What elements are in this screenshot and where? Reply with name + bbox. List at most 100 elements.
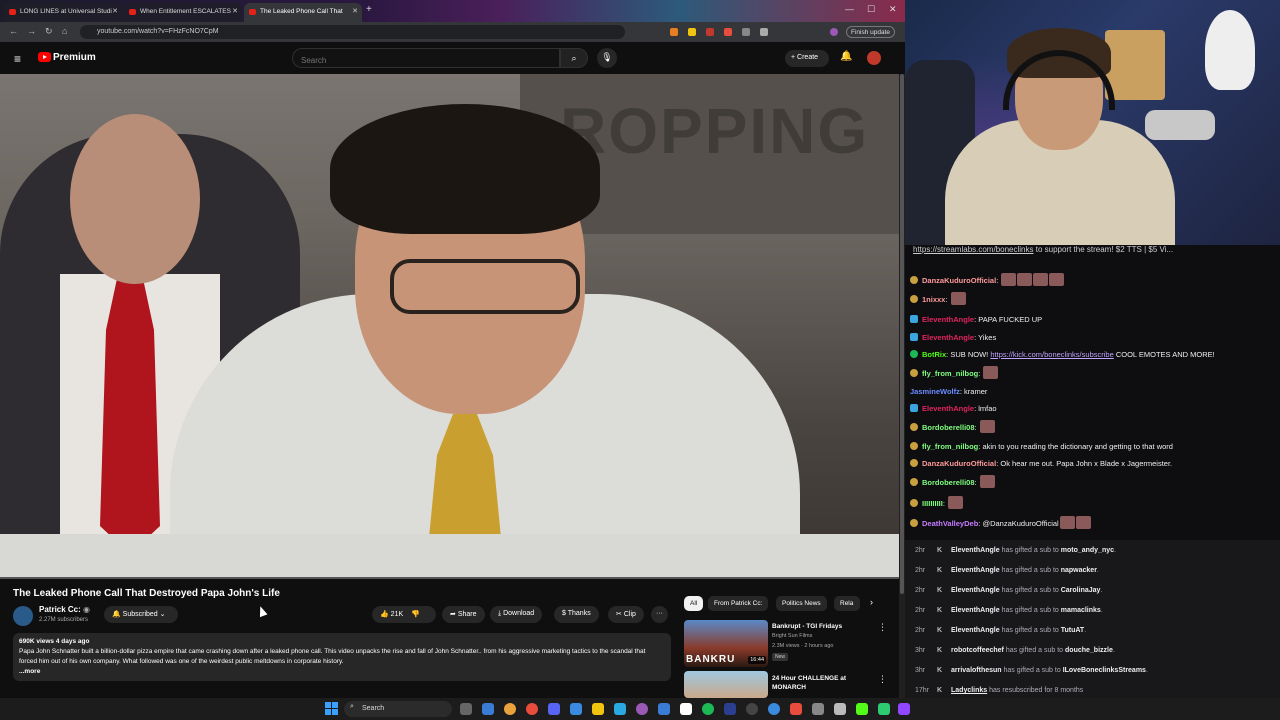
scrollbar-thumb[interactable] [900, 74, 904, 594]
chat-username[interactable]: DanzaKuduroOfficial [922, 276, 996, 285]
chrome-icon[interactable] [526, 703, 538, 715]
tab-3-active[interactable]: The Leaked Phone Call That ✕ [244, 3, 362, 22]
description-box[interactable]: 690K views 4 days ago Papa John Schnatte… [13, 633, 671, 681]
chat-username[interactable]: BotRix [922, 350, 946, 359]
finish-update-button[interactable]: Finish update [846, 26, 896, 38]
rec-options-icon[interactable]: ⋮ [878, 622, 887, 633]
home-icon[interactable]: ⌂ [62, 26, 67, 36]
chat-link[interactable]: https://kick.com/boneclinks/subscribe [990, 350, 1113, 359]
tab-2[interactable]: When Entitlement ESCALATES ✕ [124, 3, 242, 22]
app-icon[interactable] [768, 703, 780, 715]
chat-username[interactable]: Bordoberelli08 [922, 423, 975, 432]
microphone-icon[interactable]: 🎙 [597, 48, 617, 68]
app-icon[interactable] [878, 703, 890, 715]
chat-username[interactable]: EleventhAngle [922, 315, 974, 324]
channel-avatar[interactable] [13, 606, 33, 626]
minimize-icon[interactable]: — [845, 4, 854, 14]
menu-icon[interactable]: ≡ [14, 52, 21, 66]
url-field[interactable]: youtube.com/watch?v=FHzFcNO7CpM [80, 25, 625, 39]
extension-icon[interactable] [724, 28, 732, 36]
rec-thumbnail-1[interactable]: BANKRU 16:44 [684, 620, 768, 667]
app-icon[interactable] [898, 703, 910, 715]
file-explorer-icon[interactable] [592, 703, 604, 715]
sub-event-target[interactable]: CarolinaJay [1061, 587, 1101, 594]
close-window-icon[interactable]: ✕ [889, 4, 897, 15]
profile-icon[interactable] [830, 28, 838, 36]
sub-event-user[interactable]: Ladyclinks [951, 687, 987, 694]
app-icon[interactable] [658, 703, 670, 715]
close-tab-icon[interactable]: ✕ [232, 7, 238, 15]
thanks-button[interactable]: $ Thanks [554, 606, 599, 623]
youtube-logo-icon[interactable] [38, 52, 51, 62]
steam-icon[interactable] [614, 703, 626, 715]
chat-username[interactable]: fly_from_nilbog [922, 369, 978, 378]
channel-name[interactable]: Patrick Cc: ◉ [39, 605, 90, 614]
sub-event-target[interactable]: TutuAT [1061, 627, 1084, 634]
back-icon[interactable]: ← [9, 26, 18, 36]
rec-options-icon[interactable]: ⋮ [878, 674, 887, 685]
sub-event-target[interactable]: napwacker [1061, 567, 1097, 574]
youtube-premium-logo[interactable]: Premium [53, 52, 96, 63]
rec-title-1[interactable]: Bankrupt - TGI Fridays [772, 622, 872, 631]
maximize-icon[interactable]: ☐ [867, 4, 875, 15]
app-icon[interactable] [482, 703, 494, 715]
spotify-icon[interactable] [702, 703, 714, 715]
app-icon[interactable] [790, 703, 802, 715]
chat-username[interactable]: IIIIIIIIII [922, 499, 943, 508]
chip-related[interactable]: Rela [834, 596, 860, 611]
streamlabs-link[interactable]: https://streamlabs.com/boneclinks [913, 245, 1034, 254]
extension-icon[interactable] [706, 28, 714, 36]
create-button[interactable]: + Create [785, 50, 829, 67]
app-icon[interactable] [570, 703, 582, 715]
app-icon[interactable] [834, 703, 846, 715]
notifications-bell-icon[interactable]: 🔔 [840, 51, 852, 62]
rec-title-2[interactable]: 24 Hour CHALLENGE at MONARCH [772, 674, 872, 692]
sub-event-user[interactable]: EleventhAngle [951, 567, 1000, 574]
video-player[interactable]: ROPPING [0, 74, 899, 579]
app-icon[interactable] [812, 703, 824, 715]
rec-channel-1[interactable]: Bright Sun Films [772, 633, 812, 639]
more-actions-button[interactable]: ··· [651, 606, 668, 623]
chrome-icon[interactable] [504, 703, 516, 715]
sub-event-user[interactable]: EleventhAngle [951, 587, 1000, 594]
clip-button[interactable]: ✂ Clip [608, 606, 644, 623]
rec-thumbnail-2[interactable] [684, 671, 768, 698]
forward-icon[interactable]: → [27, 26, 36, 36]
chat-username[interactable]: Bordoberelli08 [922, 478, 975, 487]
close-tab-icon[interactable]: ✕ [112, 7, 118, 15]
chat-username[interactable]: DanzaKuduroOfficial [922, 459, 996, 468]
download-button[interactable]: ⤓ Download [490, 606, 543, 623]
share-button[interactable]: ➦ Share [442, 606, 485, 623]
reload-icon[interactable]: ↻ [45, 26, 53, 37]
app-icon[interactable] [724, 703, 736, 715]
chat-username[interactable]: EleventhAngle [922, 404, 974, 413]
chip-politics-news[interactable]: Politics News [776, 596, 827, 611]
sub-event-target[interactable]: ILoveBoneclinksStreams [1063, 667, 1146, 674]
sub-event-target[interactable]: douche_bizzle [1065, 647, 1113, 654]
chip-all[interactable]: All [684, 596, 704, 611]
kick-icon[interactable] [856, 703, 868, 715]
task-view-icon[interactable] [460, 703, 472, 715]
app-icon[interactable] [680, 703, 692, 715]
taskbar-search[interactable]: ⌕ Search [344, 701, 452, 717]
search-input[interactable] [292, 48, 560, 68]
extension-icon[interactable] [670, 28, 678, 36]
sub-event-user[interactable]: EleventhAngle [951, 627, 1000, 634]
show-more-link[interactable]: ...more [19, 667, 665, 677]
extension-icon[interactable] [688, 28, 696, 36]
sub-event-user[interactable]: robotcoffeechef [951, 647, 1004, 654]
chat-username[interactable]: 1nixxx [922, 295, 945, 304]
extension-icon[interactable] [742, 28, 750, 36]
sub-event-user[interactable]: EleventhAngle [951, 547, 1000, 554]
new-tab-button[interactable]: + [366, 4, 372, 15]
like-dislike-button[interactable]: 👍 21K 👎 [372, 606, 436, 623]
sub-event-user[interactable]: arrivalofthesun [951, 667, 1002, 674]
chevron-right-icon[interactable]: › [870, 597, 873, 607]
video-progress-bar[interactable] [0, 577, 899, 579]
app-icon[interactable] [636, 703, 648, 715]
tab-1[interactable]: LONG LINES at Universal Studi ✕ [4, 3, 122, 22]
sub-event-user[interactable]: EleventhAngle [951, 607, 1000, 614]
subscribed-button[interactable]: 🔔 Subscribed ⌄ [104, 606, 178, 623]
chat-username[interactable]: fly_from_nilbog [922, 442, 978, 451]
discord-icon[interactable] [548, 703, 560, 715]
